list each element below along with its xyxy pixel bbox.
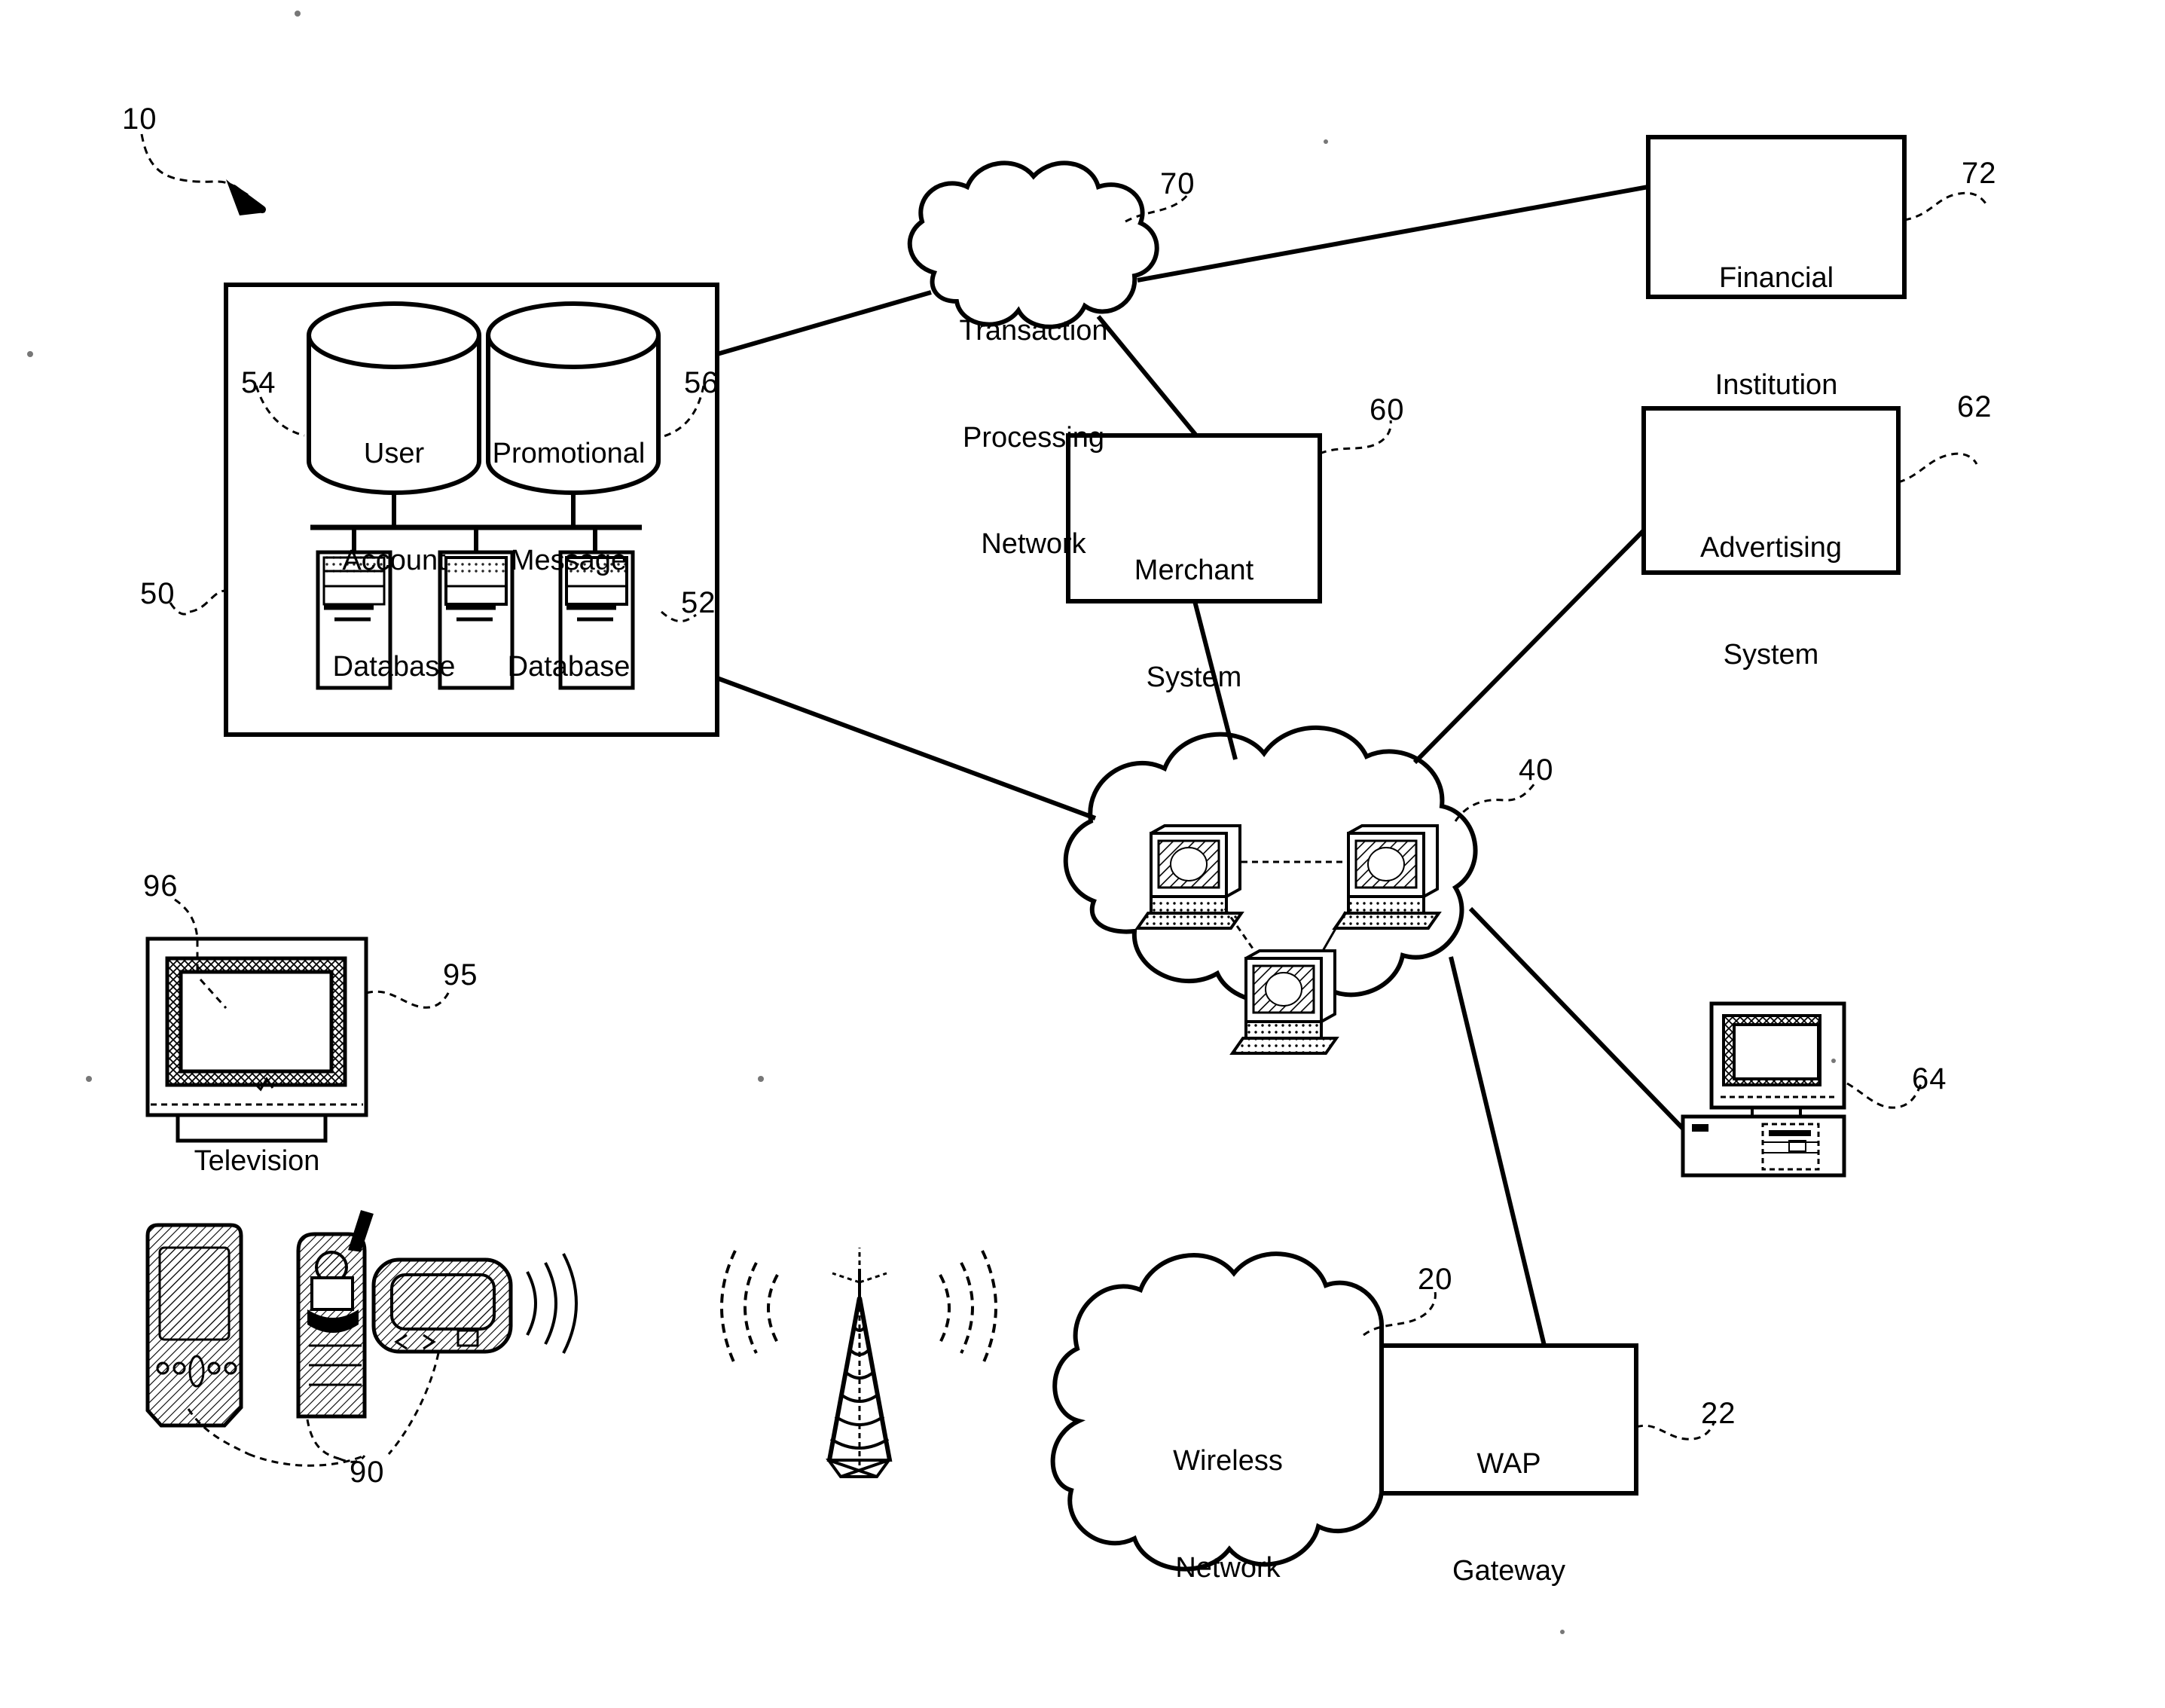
merchant-system-line-1: Merchant (1134, 555, 1254, 587)
promo-msg-db-line-2: Message (510, 544, 628, 576)
ref-62: 62 (1957, 390, 1992, 423)
television-caption: Television (194, 1145, 320, 1177)
link-system-to-internet (716, 676, 1097, 820)
promo-msg-db-line-1: Promotional (492, 438, 646, 470)
tpn-line-2: Processing (963, 421, 1104, 454)
ref-50: 50 (140, 577, 176, 610)
merchant-system-line-2: System (1146, 661, 1242, 693)
wap-gateway-line-2: Gateway (1452, 1554, 1565, 1587)
advertising-system-line-1: Advertising (1700, 532, 1842, 564)
network-computer-icon-1 (1134, 824, 1244, 930)
patent-figure-page: 10 54 56 50 52 70 72 60 62 40 64 96 95 9… (0, 0, 2165, 1708)
figure-reference-leader (140, 133, 266, 215)
ref-54: 54 (241, 366, 276, 399)
ref-22: 22 (1701, 1397, 1736, 1430)
cell-phone-icon (296, 1210, 374, 1460)
network-computer-icon-2 (1332, 824, 1442, 930)
financial-institution-line-2: Institution (1715, 368, 1838, 401)
wap-gateway-line-1: WAP (1476, 1448, 1541, 1480)
ref-56: 56 (684, 366, 719, 399)
link-internet-to-wap (1449, 956, 1547, 1346)
link-tpn-to-financial (1137, 185, 1649, 283)
advertising-system-line-2: System (1723, 638, 1819, 671)
television-icon (145, 898, 452, 1143)
ref-40: 40 (1519, 753, 1554, 787)
link-system-to-tpn (716, 290, 932, 356)
user-account-db-line-2: Account (342, 544, 446, 576)
ref-96: 96 (143, 869, 179, 903)
ref-70: 70 (1160, 167, 1195, 200)
wap-gateway-label: WAP Gateway (1382, 1376, 1636, 1660)
ref-72: 72 (1962, 157, 1997, 190)
ref-52: 52 (681, 586, 716, 619)
advertising-system-label: Advertising System (1644, 460, 1898, 744)
wireless-network-line-1: Wireless (1173, 1445, 1283, 1477)
network-computer-icon-3 (1229, 949, 1339, 1055)
ref-10: 10 (122, 102, 157, 136)
internet-cloud (1063, 726, 1538, 1055)
ref-20: 20 (1418, 1263, 1453, 1296)
user-account-database-label: User Account Database (309, 365, 479, 756)
wireless-network-line-2: Network (1175, 1551, 1281, 1584)
tpn-line-1: Transaction (959, 315, 1108, 347)
financial-institution-line-1: Financial (1718, 262, 1834, 295)
financial-institution-label: Financial Institution (1648, 190, 1904, 474)
link-advertising-to-internet (1412, 528, 1646, 765)
merchant-system-label: Merchant System (1068, 482, 1320, 766)
pager-icon (371, 1253, 578, 1455)
user-account-db-line-3: Database (332, 650, 456, 683)
personal-computer-icon (1681, 1001, 1924, 1178)
ref-95: 95 (443, 958, 478, 991)
pda-icon (145, 1223, 249, 1456)
user-account-db-line-1: User (363, 438, 425, 470)
wireless-network-label: Wireless Network (1122, 1373, 1333, 1657)
ref-64: 64 (1912, 1062, 1947, 1095)
leader-90 (248, 1453, 365, 1467)
promotional-message-database-label: Promotional Message Database (482, 365, 655, 756)
link-internet-to-pc (1468, 906, 1685, 1131)
promo-msg-db-line-3: Database (507, 650, 631, 683)
ref-90: 90 (350, 1456, 385, 1489)
cell-tower-icon (720, 1248, 997, 1478)
ref-60: 60 (1370, 393, 1405, 426)
